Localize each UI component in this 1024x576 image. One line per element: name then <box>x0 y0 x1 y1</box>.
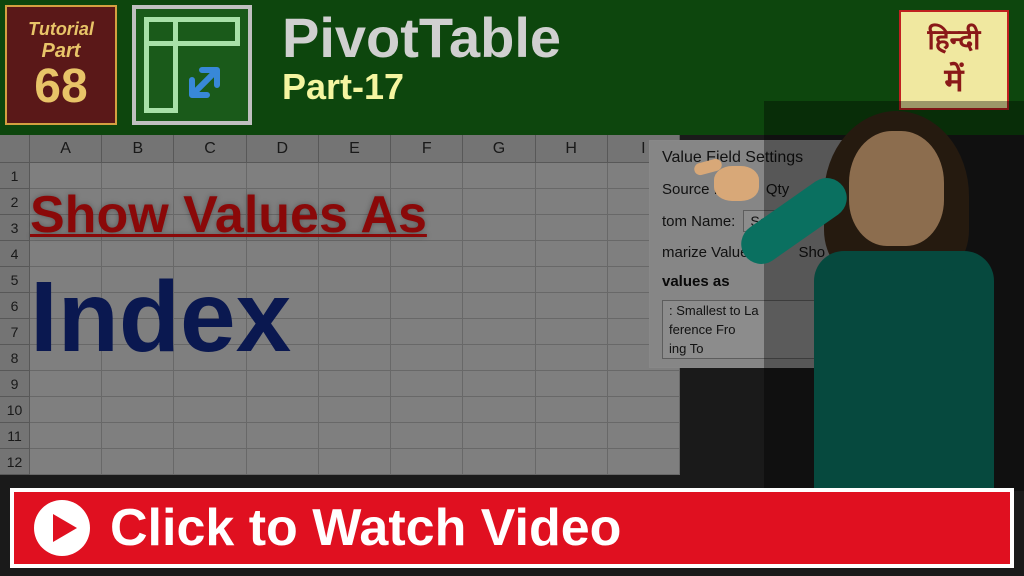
text-show-values-as: Show Values As <box>30 185 427 245</box>
overlay-text: Show Values As Index <box>30 185 427 375</box>
cta-bar[interactable]: Click to Watch Video <box>10 488 1014 568</box>
column-headers: A B C D E F G H I <box>0 135 680 163</box>
hindi-badge: हिन्दी में <box>899 10 1009 110</box>
col-header: F <box>391 135 463 163</box>
col-header: E <box>319 135 391 163</box>
title-main: PivotTable <box>282 10 864 66</box>
cta-text: Click to Watch Video <box>110 498 621 558</box>
col-header: H <box>536 135 608 163</box>
pivot-table-icon <box>132 5 252 125</box>
col-header: B <box>102 135 174 163</box>
col-header: C <box>174 135 246 163</box>
text-index: Index <box>30 260 427 375</box>
presenter-person <box>764 101 1024 491</box>
hindi-line2: में <box>944 58 963 101</box>
col-header: A <box>30 135 102 163</box>
tutorial-badge: Tutorial Part 68 <box>5 5 117 125</box>
video-thumbnail[interactable]: Tutorial Part 68 PivotTable Part-17 हिन्… <box>0 0 1024 576</box>
hindi-line1: हिन्दी <box>928 20 981 58</box>
tutorial-label: Tutorial <box>28 19 94 40</box>
custom-name-label: tom Name: <box>662 213 735 230</box>
play-icon <box>34 500 90 556</box>
tutorial-number: 68 <box>34 63 87 111</box>
col-header: D <box>247 135 319 163</box>
col-header: G <box>463 135 535 163</box>
